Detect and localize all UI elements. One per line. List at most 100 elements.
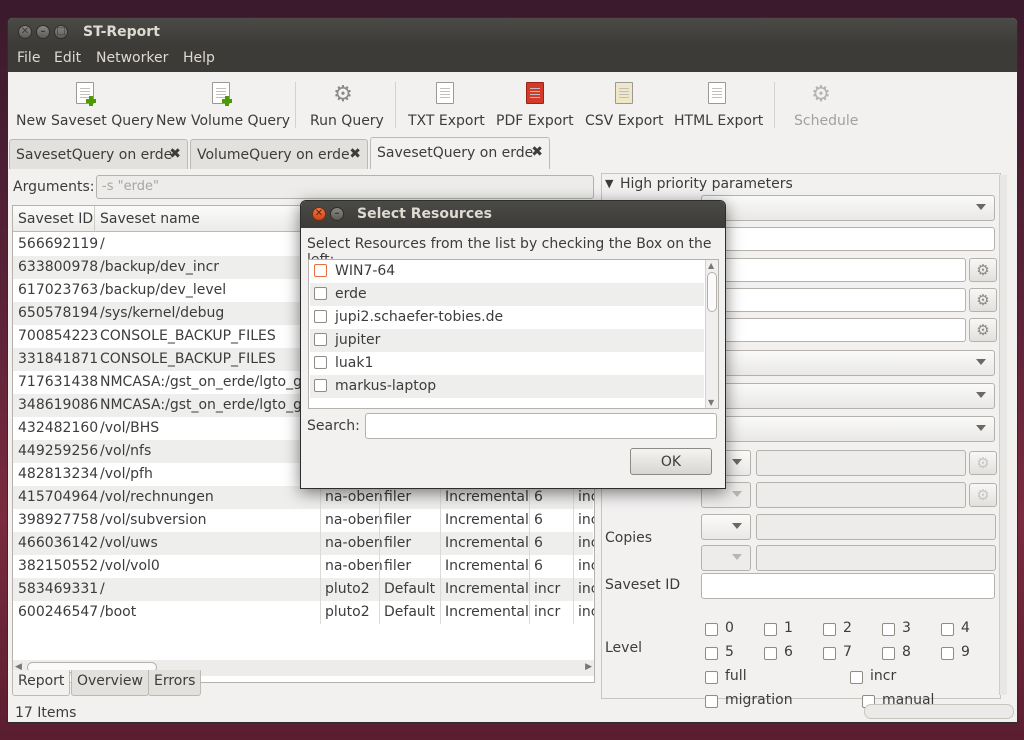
level-checkbox-3[interactable] (882, 623, 895, 636)
resource-item[interactable]: erde (310, 283, 704, 306)
level-checkbox-incr[interactable] (850, 671, 863, 684)
resource-list[interactable]: WIN7-64 erde jupi2.schaefer-tobies.de jupit… (308, 259, 719, 409)
resource-checkbox[interactable] (314, 264, 327, 277)
csv-export-label: CSV Export (585, 113, 664, 129)
menu-edit[interactable]: Edit (54, 50, 81, 66)
table-row[interactable]: 466036142/vol/uws na-oben filer Incremental… (13, 532, 594, 555)
resource-item[interactable]: jupiter (310, 329, 704, 352)
gear-icon[interactable]: ⚙ (969, 288, 997, 312)
column-divider (529, 555, 530, 578)
tab-volume-query[interactable]: VolumeQuery on erde ✖ (190, 139, 368, 169)
expander-arrow-icon[interactable]: ▼ (605, 177, 613, 190)
level-label-7: 7 (843, 644, 852, 660)
level-label-3: 3 (902, 620, 911, 636)
resource-checkbox[interactable] (314, 356, 327, 369)
ok-button[interactable]: OK (630, 448, 712, 475)
scroll-down-icon[interactable]: ▼ (708, 398, 714, 407)
resource-item[interactable]: WIN7-64 (310, 260, 704, 283)
level-checkbox-6[interactable] (764, 647, 777, 660)
param-field-3[interactable] (701, 288, 966, 312)
level-checkbox-1[interactable] (764, 623, 777, 636)
menu-file[interactable]: File (17, 50, 40, 66)
param-field-1[interactable] (701, 227, 995, 251)
arguments-field[interactable]: -s "erde" (96, 175, 594, 199)
minimize-window-button[interactable]: – (36, 25, 50, 39)
level-label-incr: incr (870, 668, 897, 684)
resource-checkbox[interactable] (314, 379, 327, 392)
disabled-field-2 (756, 482, 966, 508)
resource-label: jupi2.schaefer-tobies.de (335, 309, 504, 325)
table-row[interactable]: 398927758/vol/subversion na-oben filer Incr… (13, 509, 594, 532)
table-cell-id: 466036142 (18, 535, 99, 551)
server-combo[interactable]: le (701, 195, 995, 221)
level-checkbox-8[interactable] (882, 647, 895, 660)
list-scrollbar[interactable]: ▲ ▼ (705, 260, 718, 408)
tab-saveset-query-active[interactable]: SavesetQuery on erde ✖ (370, 137, 550, 169)
minimize-dialog-button[interactable]: – (330, 207, 344, 221)
menu-help[interactable]: Help (183, 50, 215, 66)
new-saveset-query-button[interactable]: New Saveset Query (14, 72, 154, 138)
param-combo-1[interactable] (701, 350, 995, 376)
close-tab-icon[interactable]: ✖ (349, 146, 361, 162)
level-label-1: 1 (784, 620, 793, 636)
menu-networker[interactable]: Networker (96, 50, 168, 66)
window-title: ST-Report (83, 24, 160, 40)
level-checkbox-5[interactable] (705, 647, 718, 660)
resource-checkbox[interactable] (314, 287, 327, 300)
gear-icon[interactable]: ⚙ (969, 318, 997, 342)
spreadsheet-file-icon (615, 82, 637, 108)
table-row[interactable]: 382150552/vol/vol0 na-oben filer Incrementa… (13, 555, 594, 578)
search-input[interactable] (365, 413, 717, 439)
resource-checkbox[interactable] (314, 310, 327, 323)
scroll-right-icon[interactable]: ▶ (585, 662, 592, 672)
tab-report[interactable]: Report (12, 670, 71, 696)
small-combo-3[interactable] (701, 514, 751, 540)
txt-export-button[interactable]: TXT Export (406, 72, 491, 138)
chevron-down-icon (976, 359, 986, 365)
param-combo-2[interactable] (701, 383, 995, 409)
resource-item[interactable]: luak1 (310, 352, 704, 375)
param-field-2[interactable] (701, 258, 966, 282)
saveset-id-field[interactable] (701, 573, 995, 599)
table-row[interactable]: 600246547/boot pluto2 Default Incremental in… (13, 601, 594, 624)
close-tab-icon[interactable]: ✖ (531, 144, 543, 160)
level-checkbox-2[interactable] (823, 623, 836, 636)
column-divider (529, 578, 530, 601)
level-checkbox-7[interactable] (823, 647, 836, 660)
schedule-button[interactable]: ⚙ Schedule (788, 72, 863, 138)
run-query-button[interactable]: ⚙ Run Query (306, 72, 386, 138)
close-dialog-button[interactable]: ✕ (312, 207, 326, 221)
column-divider (573, 601, 574, 624)
level-label-6: 6 (784, 644, 793, 660)
level-checkbox-0[interactable] (705, 623, 718, 636)
table-cell-id: 482813234 (18, 466, 99, 482)
resource-item[interactable]: jupi2.schaefer-tobies.de (310, 306, 704, 329)
pdf-export-button[interactable]: PDF Export (494, 72, 582, 138)
level-checkbox-migration[interactable] (705, 695, 718, 708)
level-checkbox-4[interactable] (941, 623, 954, 636)
vertical-scrollbar[interactable] (999, 175, 1007, 695)
level-checkbox-full[interactable] (705, 671, 718, 684)
tab-overview[interactable]: Overview (71, 670, 149, 696)
tab-label: SavesetQuery on erde (16, 147, 173, 163)
table-row[interactable]: 583469331/ pluto2 Default Incremental incr in… (13, 578, 594, 601)
level-checkbox-9[interactable] (941, 647, 954, 660)
maximize-window-button[interactable]: □ (54, 25, 68, 39)
table-row[interactable]: 415704964/vol/rechnungen na-oben filer Incr… (13, 486, 594, 509)
resource-checkbox[interactable] (314, 333, 327, 346)
tab-saveset-query-1[interactable]: SavesetQuery on erde ✖ (9, 139, 188, 169)
close-window-button[interactable]: ✕ (18, 25, 32, 39)
resource-item[interactable]: markus-laptop (310, 375, 704, 398)
param-field-4[interactable] (701, 318, 966, 342)
column-header-saveset-id[interactable]: Saveset ID (13, 206, 95, 232)
close-tab-icon[interactable]: ✖ (169, 146, 181, 162)
scroll-up-icon[interactable]: ▲ (708, 261, 714, 270)
html-export-button[interactable]: HTML Export (672, 72, 767, 138)
csv-export-button[interactable]: CSV Export (583, 72, 668, 138)
tab-errors[interactable]: Errors (148, 670, 202, 696)
gear-icon[interactable]: ⚙ (969, 258, 997, 282)
list-scroll-thumb[interactable] (707, 272, 717, 312)
tab-label: VolumeQuery on erde (197, 147, 350, 163)
new-volume-query-button[interactable]: New Volume Query (154, 72, 294, 138)
param-combo-3[interactable] (701, 416, 995, 442)
